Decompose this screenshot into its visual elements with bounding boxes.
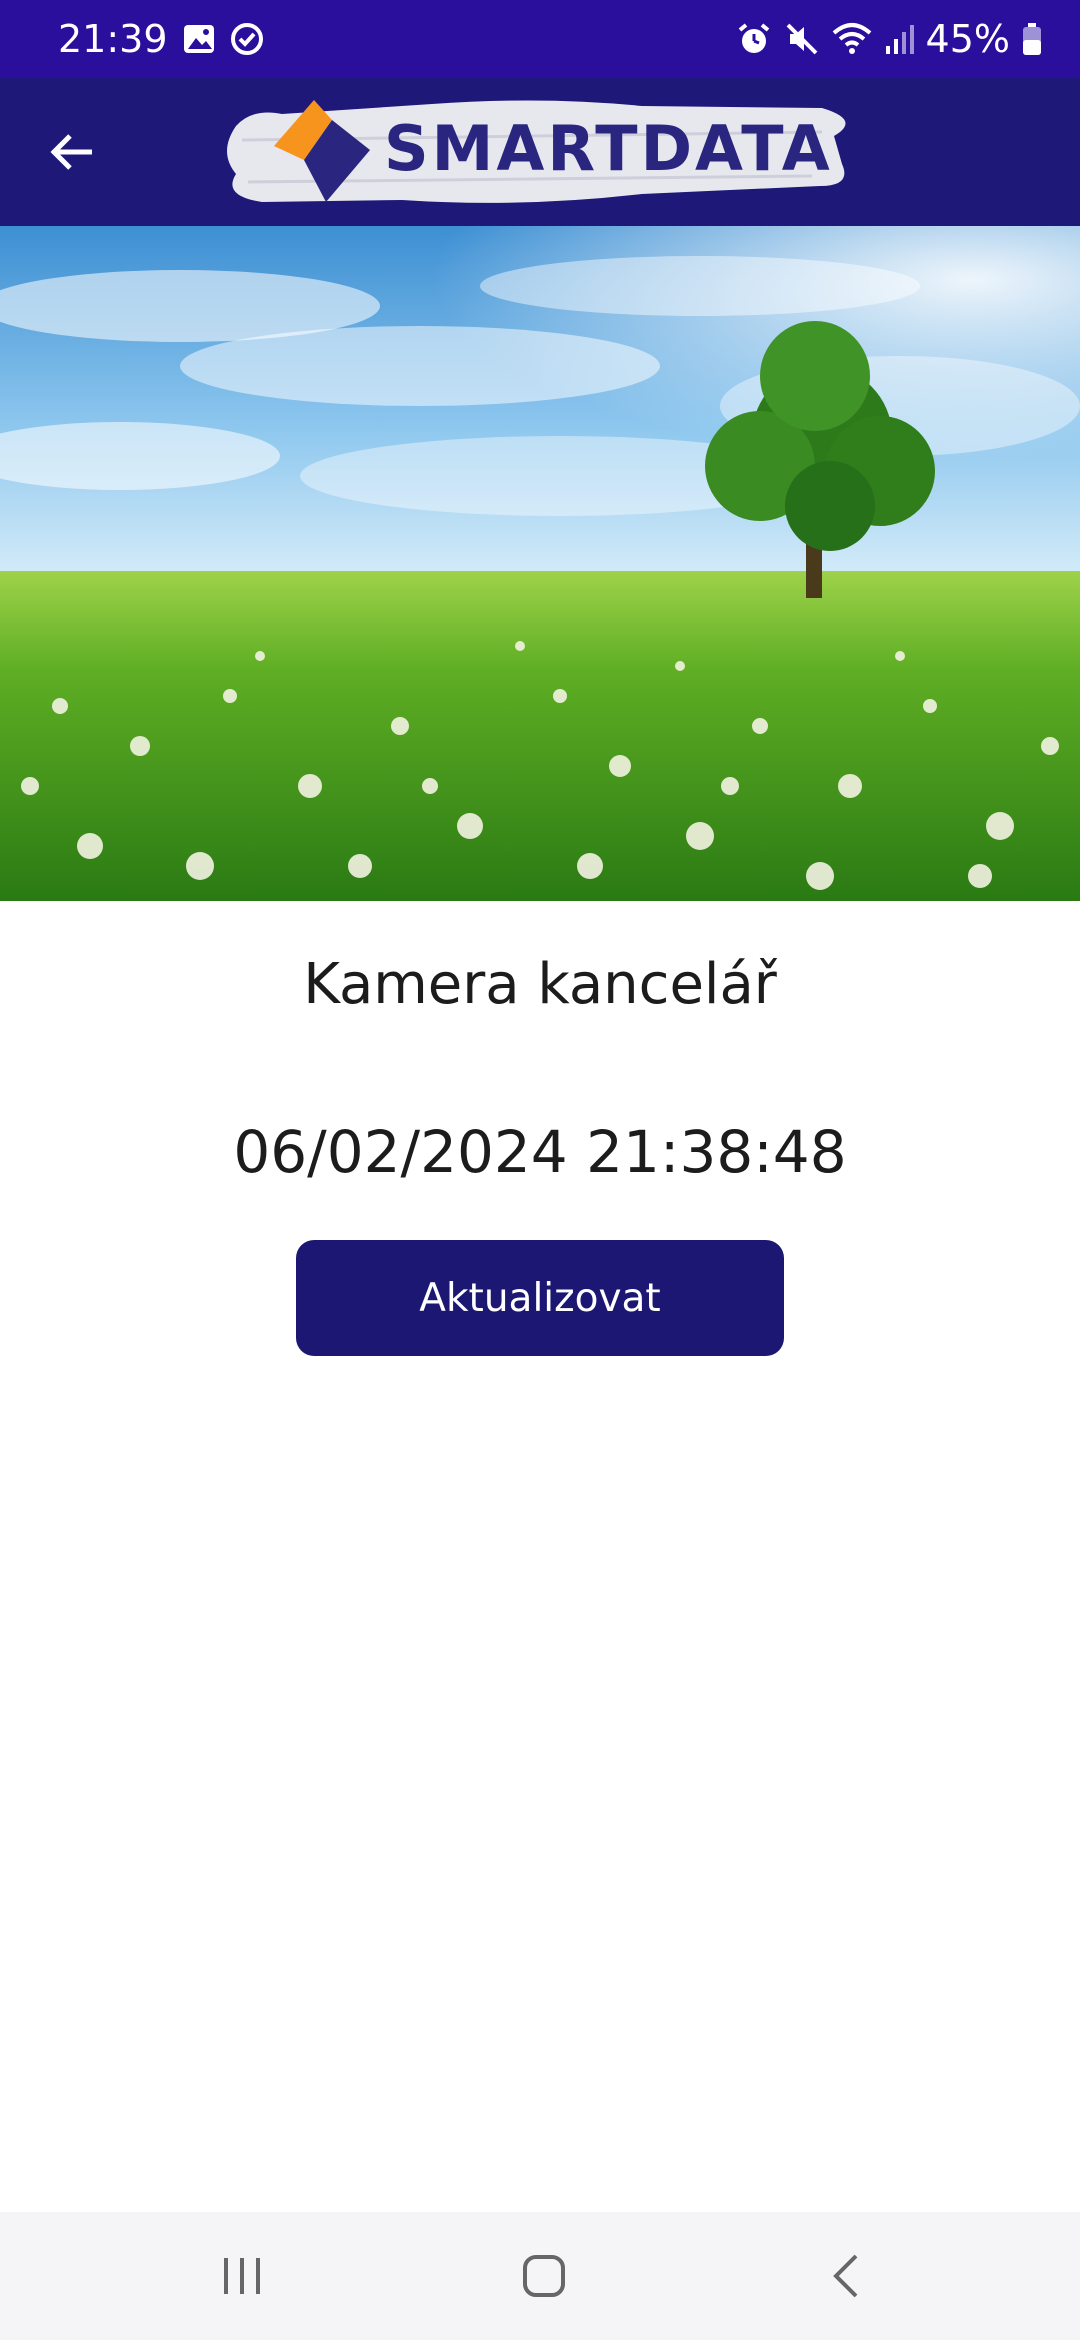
back-icon (833, 2254, 858, 2298)
gallery-icon (182, 22, 216, 56)
signal-icon (884, 22, 914, 56)
battery-icon (1022, 22, 1042, 56)
wifi-icon (832, 21, 872, 57)
home-icon (523, 2255, 565, 2297)
app-bar: SMARTDATA (0, 78, 1080, 226)
back-button[interactable] (32, 108, 112, 196)
snapshot-timestamp: 06/02/2024 21:38:48 (233, 1118, 847, 1186)
mute-icon (784, 21, 820, 57)
smartdata-logo: SMARTDATA (227, 100, 846, 203)
check-circle-icon (230, 22, 264, 56)
status-bar: 21:39 45% (0, 0, 1080, 78)
logo-text: SMARTDATA (384, 112, 833, 185)
alarm-icon (736, 21, 772, 57)
camera-image (0, 226, 1080, 901)
home-button[interactable] (484, 2236, 604, 2316)
clock: 21:39 (58, 17, 168, 61)
battery-percent: 45% (925, 17, 1010, 61)
recent-apps-button[interactable] (182, 2236, 302, 2316)
arrow-left-icon (50, 134, 92, 170)
nav-back-button[interactable] (786, 2236, 906, 2316)
recent-apps-icon (224, 2258, 260, 2294)
refresh-button[interactable]: Aktualizovat (296, 1240, 784, 1356)
camera-name: Kamera kancelář (303, 952, 777, 1017)
system-nav-bar (0, 2212, 1080, 2340)
